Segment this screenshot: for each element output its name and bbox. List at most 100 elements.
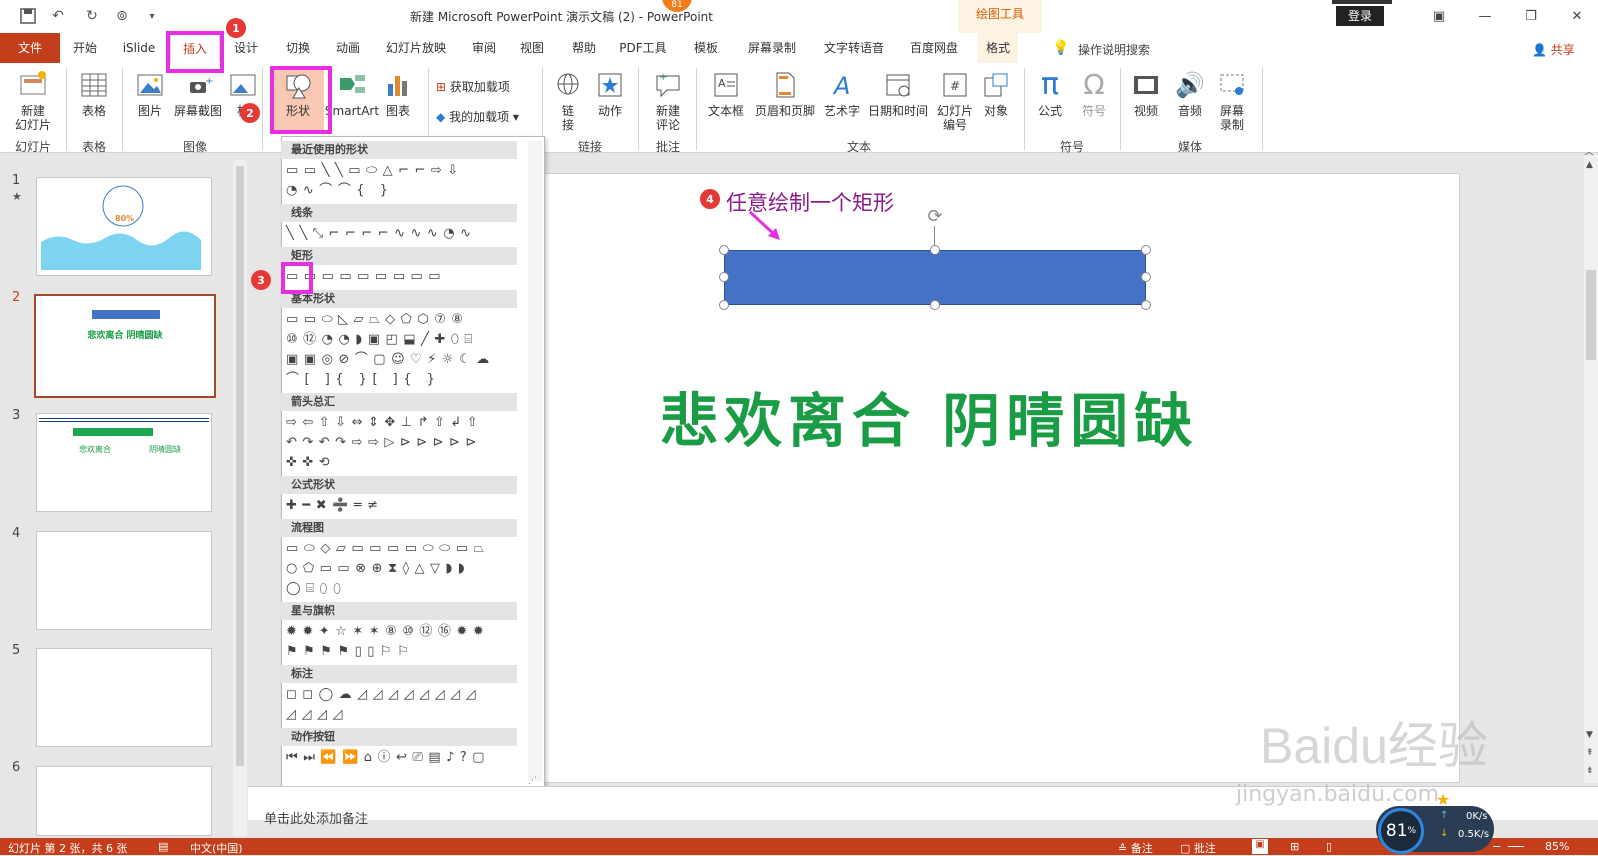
flowchart-row-2[interactable]: ○⬠▭▭⊗⊕⧗◊△▽◗◗	[286, 560, 470, 578]
tab-slideshow[interactable]: 幻灯片放映	[380, 33, 452, 63]
callouts-row-2[interactable]: ◿◿◿◿	[286, 706, 348, 724]
arrows-row-3[interactable]: ✜✜⟲	[286, 454, 335, 472]
tab-text-to-speech[interactable]: 文字转语音	[818, 33, 890, 63]
thumbnail-scroll-thumb[interactable]	[236, 166, 244, 766]
slide-thumbnail-4[interactable]	[36, 531, 212, 630]
new-slide-button[interactable]: 新建 幻灯片	[8, 70, 58, 132]
arrows-row-1[interactable]: ⇨⇦⇧⇩⇔⇕✥⊥↱⇧↲⇧	[286, 414, 483, 432]
status-notes-button[interactable]: ≙ 备注	[1118, 840, 1153, 856]
recent-shapes-row-1[interactable]: ▭▭╲╲▭⬭△⌐⌐⇨⇩	[286, 162, 464, 180]
action-buttons-row[interactable]: ⏮⏭⏪⏩⌂ⓘ↩⎚▤♪?▢	[286, 749, 490, 767]
flowchart-row-3[interactable]: ◯⌸⬯⬯	[286, 580, 347, 598]
resize-handle[interactable]	[930, 245, 940, 255]
date-time-button[interactable]: 日期和时间	[866, 70, 930, 118]
tab-file[interactable]: 文件	[0, 33, 60, 63]
zoom-slider[interactable]	[1508, 846, 1524, 847]
symbol-button[interactable]: Ω 符号	[1076, 70, 1112, 119]
audio-button[interactable]: 🔊 音频	[1172, 70, 1208, 118]
link-button[interactable]: 链接	[550, 70, 586, 132]
slide-scrollbar[interactable]	[1584, 155, 1598, 783]
tab-review[interactable]: 审阅	[466, 33, 502, 63]
tell-me-search[interactable]: 操作说明搜索	[1078, 41, 1150, 58]
slide-thumbnail-1[interactable]: 80%	[36, 177, 212, 276]
table-button[interactable]: 表格	[74, 70, 114, 118]
equation-shapes-row[interactable]: ✚━✖➗═≠	[286, 497, 384, 515]
tab-help[interactable]: 帮助	[566, 33, 602, 63]
tab-islide[interactable]: iSlide	[116, 33, 162, 63]
wordart-button[interactable]: A 艺术字	[822, 70, 862, 118]
callouts-row-1[interactable]: ◻◻◯☁◿◿◿◿◿◿◿◿	[286, 686, 481, 704]
lines-row[interactable]: ╲╲⤡⌐⌐⌐⌐∿∿∿◔∿	[286, 225, 477, 243]
zoom-out-icon[interactable]: −	[1492, 840, 1501, 853]
save-icon[interactable]	[18, 6, 38, 26]
slide-main-text[interactable]: 悲欢离合 阴晴圆缺	[660, 374, 1280, 458]
header-footer-button[interactable]: 页眉和页脚	[752, 70, 818, 118]
tab-pdf-tools[interactable]: PDF工具	[616, 33, 670, 63]
smartart-button[interactable]: SmartArt	[325, 70, 379, 118]
sorter-view-icon[interactable]: ⊞	[1290, 840, 1299, 853]
picture-button[interactable]: 图片	[130, 70, 170, 118]
resize-grip-icon[interactable]: ⋰	[528, 776, 537, 786]
resize-handle[interactable]	[1141, 245, 1151, 255]
scroll-up-icon[interactable]: ▲	[1586, 160, 1593, 170]
resize-handle[interactable]	[719, 300, 729, 310]
share-button[interactable]: 👤 共享	[1532, 41, 1575, 58]
slideshow-start-icon[interactable]: ⊚	[112, 6, 132, 26]
spellcheck-icon[interactable]: ▤	[158, 840, 168, 853]
arrows-row-2[interactable]: ↶↷↶↷⇨⇨▷⊳⊳⊳⊳⊳	[286, 434, 482, 452]
zoom-level[interactable]: 85%	[1545, 840, 1569, 853]
tab-baidu-netdisk[interactable]: 百度网盘	[904, 33, 964, 63]
object-button[interactable]: 对象	[978, 70, 1014, 118]
basic-shapes-row-3[interactable]: ▣▣◎⊘⌒▢☺♡⚡☼☾☁	[286, 351, 495, 369]
new-comment-button[interactable]: + 新建 评论	[646, 70, 690, 132]
tab-animations[interactable]: 动画	[328, 33, 368, 63]
tab-home[interactable]: 开始	[64, 33, 106, 63]
customize-qat-icon[interactable]: ▾	[142, 6, 162, 26]
close-icon[interactable]: ✕	[1562, 6, 1592, 26]
basic-shapes-row-4[interactable]: ⌒[ ]{ }[ ]{ }	[286, 371, 440, 389]
tab-screen-record[interactable]: 屏幕录制	[742, 33, 802, 63]
next-slide-icon[interactable]: ⇟	[1586, 766, 1594, 776]
redo-icon[interactable]: ↻	[82, 6, 102, 26]
slide-thumbnail-3[interactable]: 悲欢离合 阴晴圆缺	[36, 413, 212, 512]
normal-view-icon[interactable]: ▣	[1252, 839, 1268, 854]
undo-icon[interactable]: ↶	[48, 6, 68, 26]
slide-number-button[interactable]: # 幻灯片 编号	[934, 70, 976, 132]
equation-button[interactable]: π 公式	[1032, 70, 1068, 119]
flowchart-row-1[interactable]: ▭⬭◇▱▭▭▭▭⬭⬭▭⏢	[286, 540, 489, 558]
tab-view[interactable]: 视图	[514, 33, 550, 63]
stars-row-2[interactable]: ⚑⚑⚑⚑▯▯⚐⚐	[286, 643, 414, 661]
slide-scroll-thumb[interactable]	[1586, 270, 1596, 360]
status-comments-button[interactable]: ▢ 批注	[1180, 840, 1216, 856]
basic-shapes-row-2[interactable]: ⑩⑫◔◔◗▣◰⬓╱✚⬯⌸	[286, 331, 478, 349]
resize-handle[interactable]	[930, 300, 940, 310]
resize-handle[interactable]	[719, 245, 729, 255]
login-button[interactable]: 登录	[1336, 6, 1384, 26]
status-language[interactable]: 中文(中国)	[190, 840, 243, 856]
slide-thumbnail-5[interactable]	[36, 648, 212, 747]
tab-templates[interactable]: 模板	[686, 33, 726, 63]
drawn-rectangle[interactable]	[724, 250, 1146, 305]
shapes-dropdown-scrollbar[interactable]	[528, 141, 542, 781]
recent-shapes-row-2[interactable]: ◔∿⌒⌒{ }	[286, 182, 393, 200]
ribbon-display-icon[interactable]: ▣	[1424, 6, 1454, 26]
get-addins-button[interactable]: ⊞ 获取加载项	[436, 78, 510, 95]
notes-placeholder[interactable]: 单击此处添加备注	[264, 808, 368, 827]
resize-handle[interactable]	[1141, 300, 1151, 310]
tab-transitions[interactable]: 切换	[278, 33, 318, 63]
slide-thumbnail-6[interactable]	[36, 766, 212, 836]
tab-format[interactable]: 格式	[978, 33, 1018, 63]
resize-handle[interactable]	[719, 272, 729, 282]
scroll-down-icon[interactable]: ▼	[1586, 730, 1593, 740]
video-button[interactable]: 视频	[1128, 70, 1164, 118]
stars-row-1[interactable]: ✹✹✦☆✶✶⑧⑩⑫⑯✹✹	[286, 623, 489, 641]
screenshot-button[interactable]: + 屏幕截图	[172, 70, 224, 118]
basic-shapes-row-1[interactable]: ▭▭⬭◺▱⏢◇⬠⬡⑦⑧	[286, 311, 469, 329]
my-addins-button[interactable]: ◆ 我的加载项 ▾	[436, 108, 519, 125]
action-button[interactable]: 动作	[592, 70, 628, 118]
chart-button[interactable]: 图表	[380, 70, 416, 118]
resize-handle[interactable]	[1141, 272, 1151, 282]
prev-slide-icon[interactable]: ⇞	[1586, 748, 1594, 758]
screen-record-button[interactable]: 屏幕 录制	[1214, 70, 1250, 132]
restore-icon[interactable]: ❐	[1516, 6, 1546, 26]
